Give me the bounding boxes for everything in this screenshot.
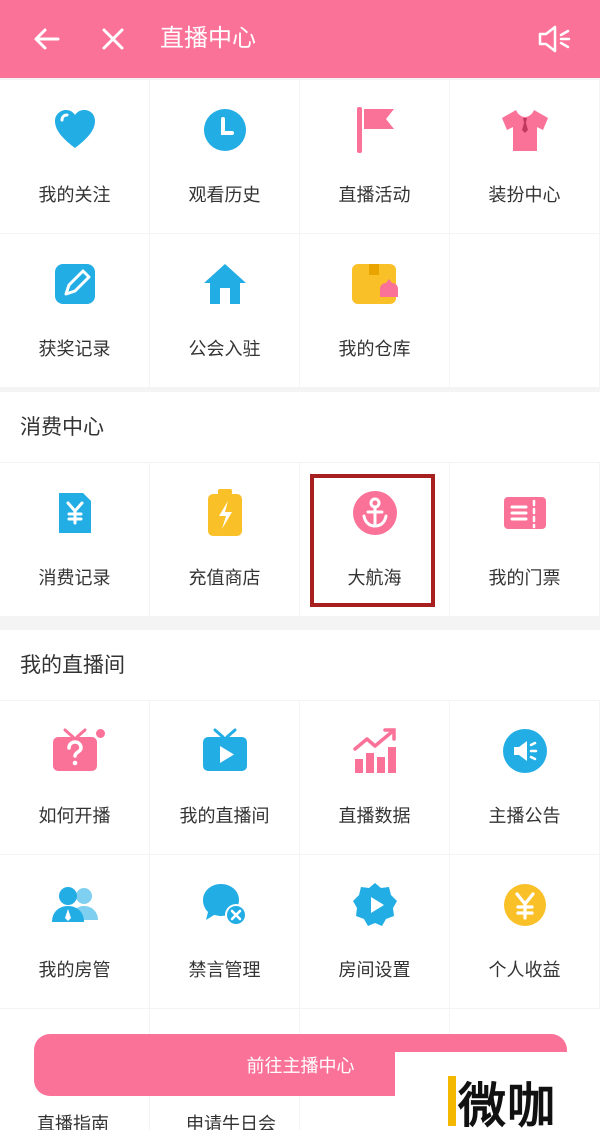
section-title: 我的直播间 bbox=[20, 654, 125, 677]
tv-question-icon bbox=[50, 726, 100, 776]
ticket-icon bbox=[500, 488, 550, 538]
grid-item-recharge-store[interactable]: 充值商店 bbox=[150, 463, 299, 616]
watermark-accent bbox=[448, 1076, 456, 1126]
grid-item-label: 我的直播间 bbox=[179, 806, 270, 826]
grid-item-label: 消费记录 bbox=[38, 568, 111, 588]
section-header-my-room: 我的直播间 bbox=[0, 630, 600, 700]
section-header-consumption: 消费中心 bbox=[0, 392, 600, 462]
grid-item-how-to-stream[interactable]: 如何开播 bbox=[0, 701, 149, 854]
grid-item-label: 主播公告 bbox=[488, 806, 561, 826]
close-icon[interactable] bbox=[88, 14, 138, 64]
grid-item-label: 个人收益 bbox=[488, 960, 561, 980]
grid-item-label: 如何开播 bbox=[38, 806, 111, 826]
grid-item-label: 直播活动 bbox=[338, 185, 411, 205]
mute-chat-icon bbox=[200, 880, 250, 930]
grid-item-awards[interactable]: 获奖记录 bbox=[0, 234, 149, 387]
bar-chart-icon bbox=[350, 726, 400, 776]
box-icon bbox=[350, 259, 400, 309]
grid-item-label: 直播指南 bbox=[37, 1114, 109, 1130]
back-arrow-icon[interactable] bbox=[22, 14, 72, 64]
grid-item-my-tickets[interactable]: 我的门票 bbox=[450, 463, 599, 616]
grid-item-label: 我的关注 bbox=[38, 185, 111, 205]
tv-play-icon bbox=[200, 726, 250, 776]
grid-empty-cell bbox=[450, 234, 599, 387]
house-icon bbox=[200, 259, 250, 309]
grid-item-earnings[interactable]: 个人收益 bbox=[450, 855, 599, 1008]
grid-item-warehouse[interactable]: 我的仓库 bbox=[300, 234, 449, 387]
shirt-icon bbox=[500, 105, 550, 155]
settings-play-icon bbox=[350, 880, 400, 930]
grid-item-my-live-room[interactable]: 我的直播间 bbox=[150, 701, 299, 854]
grid-item-label: 装扮中心 bbox=[488, 185, 561, 205]
grid-item-room-managers[interactable]: 我的房管 bbox=[0, 855, 149, 1008]
grid-item-room-settings[interactable]: 房间设置 bbox=[300, 855, 449, 1008]
grid-item-label: 获奖记录 bbox=[38, 339, 111, 359]
yen-receipt-icon bbox=[50, 488, 100, 538]
grid-item-follows[interactable]: 我的关注 bbox=[0, 80, 149, 233]
grid-item-dressup[interactable]: 装扮中心 bbox=[450, 80, 599, 233]
grid-item-label: 房间设置 bbox=[338, 960, 411, 980]
grid-item-grand-voyage[interactable]: 大航海 bbox=[300, 463, 449, 616]
grid-item-label: 我的房管 bbox=[38, 960, 111, 980]
clock-icon bbox=[200, 105, 250, 155]
grid-item-mute-management[interactable]: 禁言管理 bbox=[150, 855, 299, 1008]
top-bar: 直播中心 bbox=[0, 0, 600, 78]
flag-icon bbox=[350, 105, 400, 155]
section-title: 消费中心 bbox=[20, 416, 104, 439]
grid-item-history[interactable]: 观看历史 bbox=[150, 80, 299, 233]
page-title: 直播中心 bbox=[160, 25, 256, 52]
yen-coin-icon bbox=[500, 880, 550, 930]
grid-item-label: 充值商店 bbox=[188, 568, 261, 588]
anchor-icon bbox=[350, 488, 400, 538]
grid-item-guild[interactable]: 公会入驻 bbox=[150, 234, 299, 387]
grid-item-events[interactable]: 直播活动 bbox=[300, 80, 449, 233]
grid-item-live-data[interactable]: 直播数据 bbox=[300, 701, 449, 854]
grid-item-label: 观看历史 bbox=[188, 185, 261, 205]
notification-dot bbox=[96, 729, 105, 738]
grid-item-label: 直播数据 bbox=[338, 806, 411, 826]
watermark-logo: 微咖 bbox=[458, 1078, 557, 1130]
heart-icon bbox=[50, 105, 100, 155]
grid-item-spending-record[interactable]: 消费记录 bbox=[0, 463, 149, 616]
grid-item-label: 禁言管理 bbox=[188, 960, 261, 980]
users-icon bbox=[50, 880, 100, 930]
grid-item-label: 我的门票 bbox=[488, 568, 561, 588]
grid-item-label: 我的仓库 bbox=[338, 339, 411, 359]
speaker-icon bbox=[500, 726, 550, 776]
my-room-grid: 如何开播 我的直播间 直播数据 主播公告 我的房管 禁言管理 房间设置 个人收益 bbox=[0, 701, 600, 1008]
battery-charge-icon bbox=[200, 488, 250, 538]
grid-item-label: 大航海 bbox=[347, 568, 402, 588]
consumption-grid: 消费记录 充值商店 大航海 我的门票 bbox=[0, 463, 600, 616]
grid-item-label: 公会入驻 bbox=[188, 339, 261, 359]
grid-item-label: 申请牛日会 bbox=[186, 1114, 276, 1130]
speaker-icon[interactable] bbox=[530, 14, 580, 64]
grid-item-announcement[interactable]: 主播公告 bbox=[450, 701, 599, 854]
main-grid: 我的关注 观看历史 直播活动 装扮中心 获奖记录 公会入驻 我的仓库 bbox=[0, 80, 600, 387]
edit-note-icon bbox=[50, 259, 100, 309]
